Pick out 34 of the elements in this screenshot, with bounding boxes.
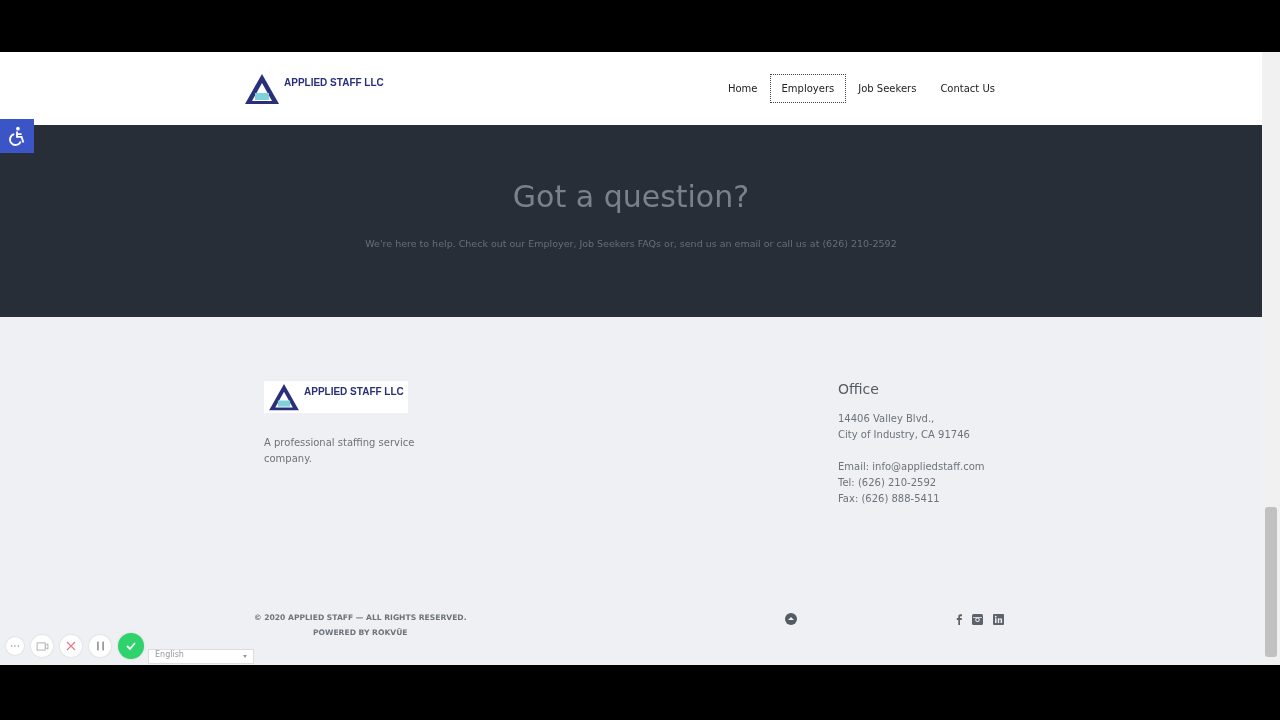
address-line: 14406 Valley Blvd., [838,412,936,426]
nav-link[interactable]: Employers [769,74,847,103]
logo-text: APPLIED STAFF LLC [284,77,384,88]
close-icon [66,641,76,651]
linkedin-icon[interactable] [993,614,1004,625]
scrollbar-thumb[interactable] [1265,507,1277,657]
done-button[interactable] [118,633,144,659]
close-button[interactable] [60,635,82,657]
address-line: City of Industry, CA 91746 [838,428,971,442]
nav-link[interactable]: Contact Us [928,74,1007,103]
facebook-icon[interactable] [956,614,962,625]
instagram-icon[interactable] [972,614,983,625]
logo[interactable]: APPLIED STAFF LLC [244,72,384,105]
accessibility-button[interactable] [0,119,34,153]
nav-link[interactable]: Home [716,74,770,103]
office-heading: Office [838,381,880,397]
contact-line: Fax: (626) 888-5411 [838,492,941,506]
footer-logo[interactable]: APPLIED STAFF LLC [264,381,408,413]
logo-text: APPLIED STAFF LLC [304,385,404,397]
check-icon [125,640,137,652]
contact-line: Email: info@appliedstaff.com [838,460,986,474]
camera-icon [35,641,49,651]
camera-button[interactable] [31,635,53,657]
pause-button[interactable] [89,635,111,657]
more-icon [10,644,20,648]
more-button[interactable] [6,637,24,655]
triangle-logo-icon [268,383,300,411]
nav-link[interactable]: Job Seekers [846,74,929,103]
pause-icon [96,641,104,651]
triangle-logo-icon [244,72,280,105]
contact-line: Tel: (626) 210-2592 [838,476,938,490]
banner-title: Got a question? [512,179,750,214]
scroll-top-icon[interactable] [785,613,798,625]
company-tagline: A professional staffing service company. [264,436,416,466]
